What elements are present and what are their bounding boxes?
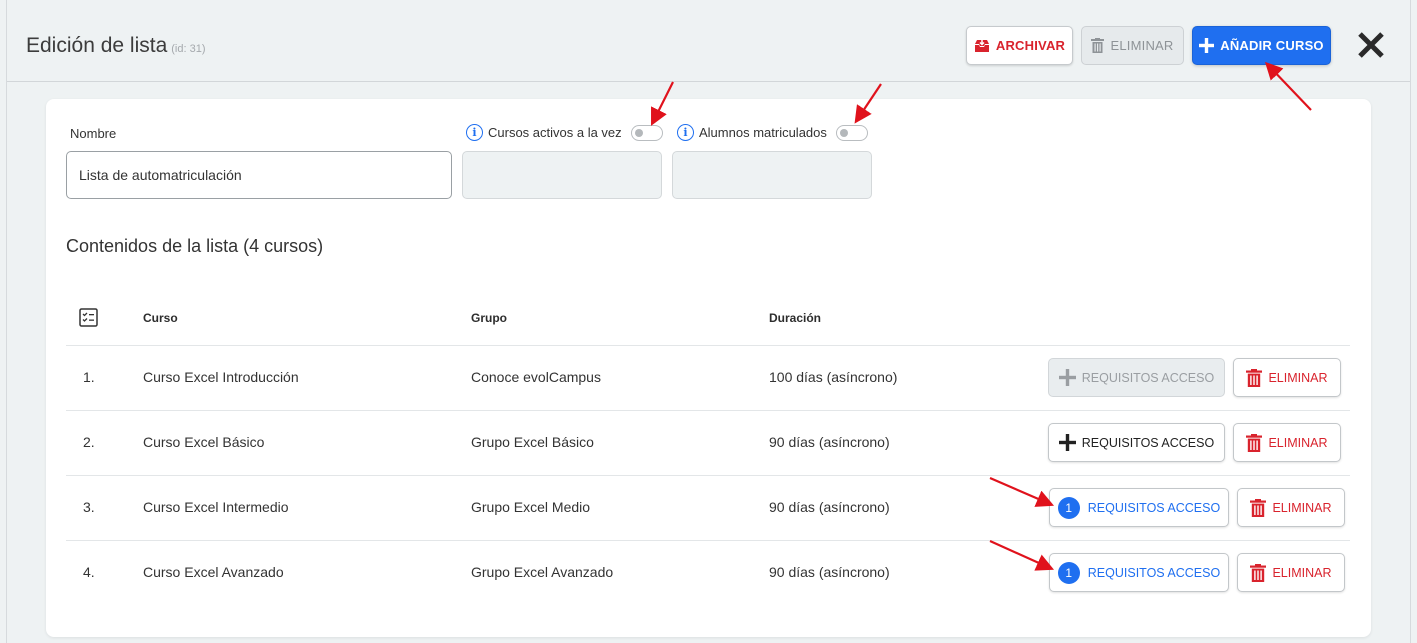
row-number: 4. (83, 564, 95, 580)
row-group: Grupo Excel Avanzado (471, 564, 614, 580)
row-divider (66, 540, 1350, 541)
trash-icon (1091, 38, 1105, 53)
name-input[interactable]: Lista de automatriculación (66, 151, 452, 199)
plus-icon (1058, 434, 1076, 451)
add-course-button[interactable]: AÑADIR CURSO (1192, 26, 1331, 65)
name-input-value: Lista de automatriculación (79, 167, 242, 183)
column-duration: Duración (769, 311, 822, 325)
active-courses-field-label: i Cursos activos a la vez (466, 124, 663, 141)
row-group: Conoce evolCampus (471, 369, 601, 385)
enrolled-field-label: i Alumnos matriculados (677, 124, 868, 141)
enrolled-toggle[interactable] (835, 124, 868, 141)
trash-icon (1250, 563, 1267, 582)
active-courses-input[interactable] (462, 151, 662, 199)
list-id: (id: 31) (171, 43, 206, 55)
trash-icon (1250, 498, 1267, 517)
trash-icon (1246, 368, 1263, 387)
enrolled-input[interactable] (672, 151, 872, 199)
trash-icon (1246, 433, 1263, 452)
delete-row-button[interactable]: ELIMINAR (1233, 423, 1341, 462)
archive-button[interactable]: ARCHIVAR (966, 26, 1073, 65)
delete-row-label: ELIMINAR (1272, 500, 1332, 515)
archive-label: ARCHIVAR (995, 38, 1066, 53)
delete-list-label: ELIMINAR (1110, 38, 1174, 53)
row-duration: 90 días (asíncrono) (769, 564, 890, 580)
access-requirements-label: REQUISITOS ACCESO (1081, 370, 1215, 385)
row-number: 2. (83, 434, 95, 450)
row-number: 3. (83, 499, 95, 515)
access-requirements-label: REQUISITOS ACCESO (1081, 435, 1215, 450)
add-course-label: AÑADIR CURSO (1220, 38, 1324, 53)
column-group: Grupo (471, 311, 507, 325)
delete-row-button[interactable]: ELIMINAR (1237, 553, 1345, 592)
row-course: Curso Excel Avanzado (143, 564, 284, 580)
row-group: Grupo Excel Básico (471, 434, 594, 450)
plus-icon (1199, 38, 1215, 53)
archive-icon (974, 39, 989, 52)
access-requirements-button[interactable]: 1 REQUISITOS ACCESO (1049, 553, 1229, 592)
column-course: Curso (143, 311, 178, 325)
delete-row-label: ELIMINAR (1268, 370, 1328, 385)
select-all-checklist-icon[interactable] (79, 308, 98, 327)
row-duration: 100 días (asíncrono) (769, 369, 898, 385)
row-divider (66, 410, 1350, 411)
access-requirements-button[interactable]: REQUISITOS ACCESO (1048, 358, 1225, 397)
info-icon[interactable]: i (466, 124, 483, 141)
active-courses-toggle[interactable] (630, 124, 663, 141)
close-icon[interactable] (1357, 31, 1385, 59)
row-divider (66, 345, 1350, 346)
access-requirements-label: REQUISITOS ACCESO (1087, 500, 1221, 515)
list-card: Nombre Lista de automatriculación i Curs… (46, 99, 1371, 637)
delete-row-button[interactable]: ELIMINAR (1233, 358, 1341, 397)
page-title-text: Edición de lista (26, 34, 168, 57)
row-group: Grupo Excel Medio (471, 499, 591, 515)
modal-header: Edición de lista (id: 31) ARCHIVAR ELIMIN… (7, 0, 1410, 82)
enrolled-label: Alumnos matriculados (699, 125, 827, 140)
access-requirements-button[interactable]: REQUISITOS ACCESO (1048, 423, 1225, 462)
row-course: Curso Excel Básico (143, 434, 265, 450)
row-duration: 90 días (asíncrono) (769, 434, 890, 450)
row-number: 1. (83, 369, 95, 385)
delete-row-label: ELIMINAR (1272, 565, 1332, 580)
row-divider (66, 475, 1350, 476)
row-course: Curso Excel Intermedio (143, 499, 289, 515)
delete-row-button[interactable]: ELIMINAR (1237, 488, 1345, 527)
page-title: Edición de lista (id: 31) (26, 34, 206, 58)
row-duration: 90 días (asíncrono) (769, 499, 890, 515)
info-icon[interactable]: i (677, 124, 694, 141)
requirements-count-badge: 1 (1057, 561, 1080, 584)
name-label: Nombre (70, 126, 117, 141)
modal-frame: Edición de lista (id: 31) ARCHIVAR ELIMIN… (6, 0, 1411, 643)
delete-list-button[interactable]: ELIMINAR (1081, 26, 1184, 65)
active-courses-label: Cursos activos a la vez (488, 125, 622, 140)
row-course: Curso Excel Introducción (143, 369, 299, 385)
access-requirements-button[interactable]: 1 REQUISITOS ACCESO (1049, 488, 1229, 527)
access-requirements-label: REQUISITOS ACCESO (1087, 565, 1221, 580)
plus-icon (1058, 369, 1076, 386)
delete-row-label: ELIMINAR (1268, 435, 1328, 450)
requirements-count-badge: 1 (1057, 496, 1080, 519)
list-contents-title: Contenidos de la lista (4 cursos) (66, 236, 324, 256)
